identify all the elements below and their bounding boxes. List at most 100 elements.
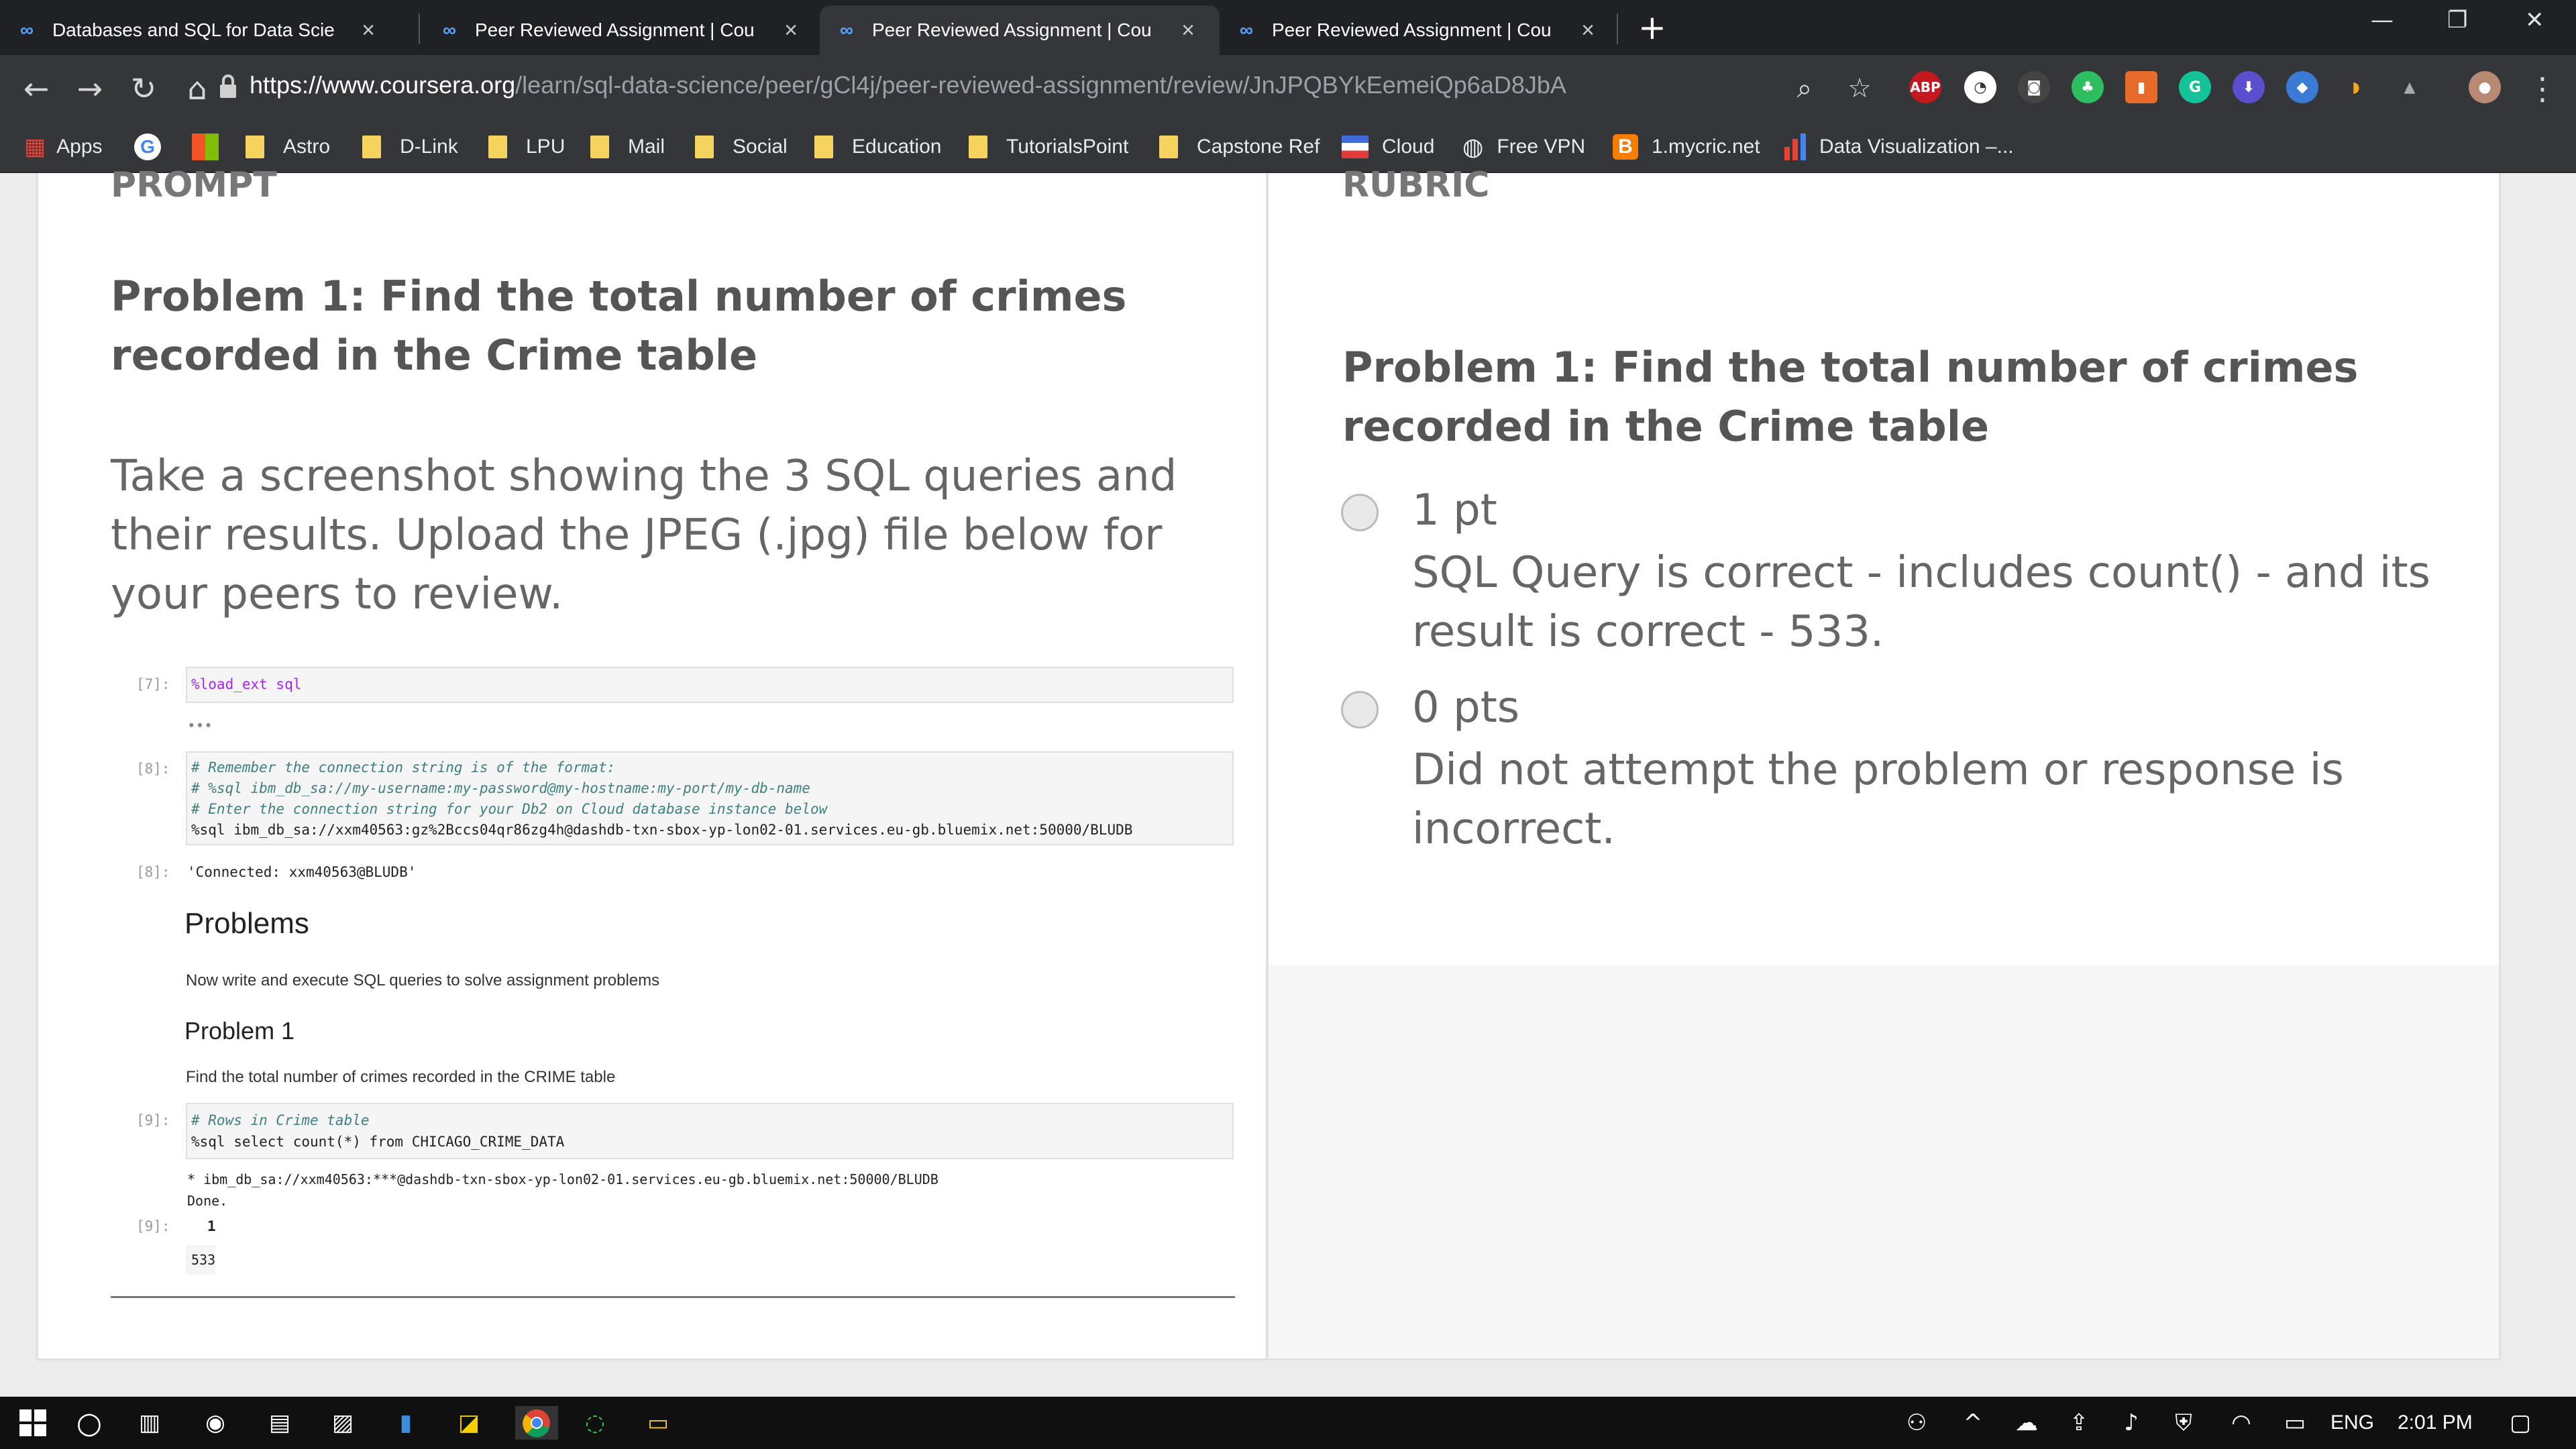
bookmark-social[interactable]: Social [695,121,788,173]
bookmark-dlink[interactable]: D-Link [362,121,458,173]
close-icon[interactable]: × [358,19,378,42]
onedrive-icon[interactable]: ☁ [2010,1406,2043,1440]
wifi-icon[interactable]: ◠ [2224,1406,2258,1440]
office-icon[interactable]: ▮ [2125,71,2157,103]
reload-icon[interactable]: ↻ [123,68,164,109]
rubric-option-0pts-radio[interactable] [1341,691,1379,729]
coursera-icon: ∞ [20,19,34,40]
code-line: # Enter the connection string for your D… [191,801,828,817]
url-host: https://www.coursera.org [250,71,516,99]
chrome-icon[interactable] [515,1406,558,1440]
screen: ∞ Databases and SQL for Data Scie × ∞ Pe… [0,0,2576,1449]
task-view-icon[interactable]: ▥ [133,1406,166,1440]
bookmark-label: Capstone Ref [1197,136,1320,158]
rubric-option-1pt-radio[interactable] [1341,494,1379,531]
result-value: 533 [191,1252,216,1268]
photos-icon[interactable]: ▨ [326,1406,360,1440]
bookmark-mail[interactable]: Mail [590,121,665,173]
green-circle-app-icon[interactable]: ◌ [578,1406,612,1440]
bookmark-data-visualization[interactable]: Data Visualization –... [1784,121,2014,173]
cloud-upload-icon[interactable]: ⇪ [2062,1406,2096,1440]
avatar[interactable]: ● [2469,71,2501,103]
rubric-title: Problem 1: Find the total number of crim… [1342,343,2359,451]
sticky-notes-icon[interactable]: ◪ [452,1406,486,1440]
video-editor-icon[interactable]: ▤ [263,1406,297,1440]
bookmark-tutorialspoint[interactable]: TutorialsPoint [969,121,1128,173]
notification-icon[interactable]: ▢ [2504,1406,2537,1440]
result-column-header: 1 [207,1218,216,1234]
code-line: # %sql ibm_db_sa://my-username:my-passwo… [191,780,810,796]
download-icon[interactable]: ⬇ [2233,71,2265,103]
close-icon[interactable]: × [1178,19,1198,42]
extension-color-icon[interactable]: ◆ [2286,71,2318,103]
back-icon[interactable]: ← [16,68,56,109]
cell-prompt: [8]: [136,761,170,777]
search-icon[interactable]: ○ [72,1406,106,1440]
folder-icon [488,136,507,158]
security-shield-icon[interactable]: ⛨ [2167,1406,2200,1440]
folder-icon [246,136,264,158]
close-icon[interactable]: × [781,19,801,42]
file-explorer-icon[interactable]: ▭ [641,1406,675,1440]
camera-icon[interactable]: ◙ [2018,71,2050,103]
battery-icon[interactable]: ▭ [2278,1406,2312,1440]
bookmark-education[interactable]: Education [814,121,941,173]
bookmark-star-icon[interactable]: ☆ [1839,68,1880,109]
chevron-up-icon[interactable]: ^ [1956,1406,1990,1440]
windows-start-icon[interactable] [16,1406,50,1440]
clock[interactable]: 2:01 PM [2398,1411,2473,1434]
tab-title: Peer Reviewed Assignment | Cou [872,19,1152,40]
url-path: /learn/sql-data-science/peer/gCl4j/peer-… [515,71,1566,99]
tab-peer-review-1[interactable]: ∞ Peer Reviewed Assignment | Cou × [423,5,818,55]
extension-moon-icon[interactable]: ◗ [2340,71,2372,103]
restore-button[interactable]: ❐ [2447,7,2467,34]
people-icon[interactable]: ⚇ [1900,1406,1933,1440]
code-cell: %load_ext sql [186,667,1234,703]
code-line: %sql ibm_db_sa://xxm40563:gz%2Bccs04qr86… [191,822,1133,838]
grammarly-icon[interactable]: G [2179,71,2211,103]
bookmark-mycric[interactable]: B 1.mycric.net [1613,121,1760,173]
code-text: %load_ext sql [191,676,302,692]
evernote-icon[interactable]: ♣ [2072,71,2104,103]
rubric-panel: RUBRIC Problem 1: Find the total number … [1267,165,2501,1360]
phone-app-icon[interactable]: ▮ [389,1406,423,1440]
tab-peer-review-active[interactable]: ∞ Peer Reviewed Assignment | Cou × [820,5,1220,55]
apps-grid-icon: ▦ [24,134,46,160]
bookmark-apps[interactable]: ▦ Apps [24,121,103,173]
bookmark-lpu[interactable]: LPU [488,121,565,173]
zoom-icon[interactable]: ⌕ [1784,68,1825,109]
close-icon[interactable]: × [1578,19,1598,42]
notebook-heading: Problems [184,907,309,940]
volume-icon[interactable]: ♪ [2114,1406,2148,1440]
code-line: %sql select count(*) from CHICAGO_CRIME_… [191,1134,565,1150]
adblock-label: ABP [1910,79,1941,95]
home-icon[interactable]: ⌂ [177,68,217,109]
tab-databases-sql[interactable]: ∞ Databases and SQL for Data Scie × [0,5,409,55]
folder-icon [362,136,381,158]
cloud-flag-icon [1342,136,1368,158]
minimize-button[interactable]: — [2371,7,2394,34]
bookmark-label: Apps [56,136,103,158]
close-window-button[interactable]: ✕ [2525,7,2544,34]
globe-icon: ◍ [1462,133,1484,160]
coursera-icon: ∞ [1240,19,1253,40]
forward-icon[interactable]: → [70,68,110,109]
blogger-icon: B [1613,134,1638,160]
drive-icon[interactable]: ▲ [2394,71,2426,103]
new-tab-button[interactable]: + [1638,11,1666,44]
camera-app-icon[interactable]: ◉ [199,1406,232,1440]
bookmark-label: Mail [628,136,665,158]
bookmark-capstone-ref[interactable]: Capstone Ref [1159,121,1320,173]
adblock-icon[interactable]: ABP [1909,71,1941,103]
menu-icon[interactable]: ⋮ [2522,68,2563,109]
code-line: # Remember the connection string is of t… [191,759,616,775]
tab-peer-review-3[interactable]: ∞ Peer Reviewed Assignment | Cou × [1220,5,1619,55]
speed-dial-icon[interactable]: ◔ [1964,71,1996,103]
rubric-points: 1 pt [1412,486,1497,535]
tab-title: Databases and SQL for Data Scie [52,19,335,40]
divider [111,1296,1235,1298]
code-cell: # Rows in Crime table %sql select count(… [186,1103,1234,1159]
rubric-section-label: RUBRIC [1342,165,1490,205]
address-bar[interactable]: https://www.coursera.org/learn/sql-data-… [250,71,1566,99]
language-indicator[interactable]: ENG [2330,1411,2374,1434]
